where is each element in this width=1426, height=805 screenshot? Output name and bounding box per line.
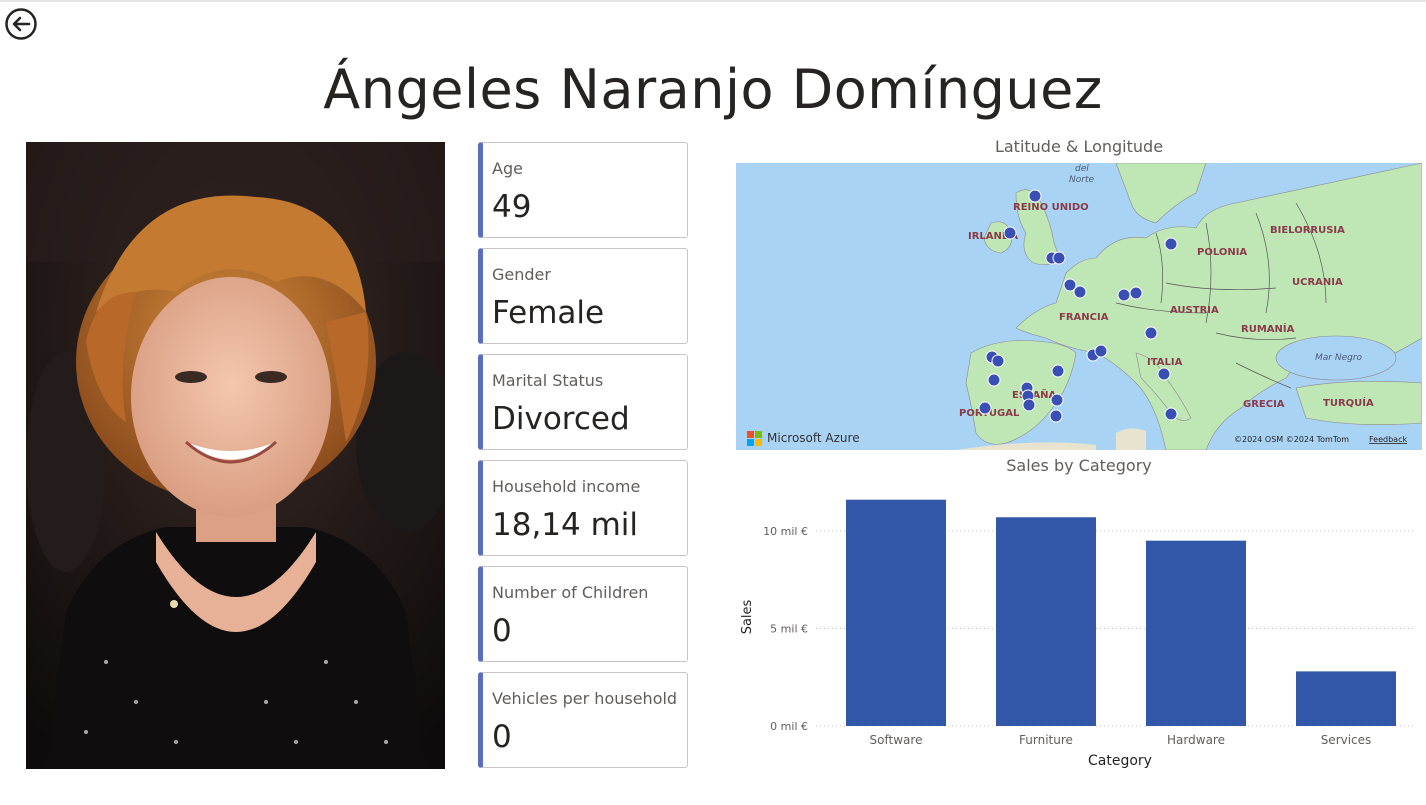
x-axis-label: Category [1088,753,1152,769]
y-tick-label: 0 mil € [770,720,808,733]
card-vehicles-per-household: Vehicles per household 0 [478,672,688,768]
card-label: Number of Children [492,583,649,602]
map-marker[interactable] [1022,398,1036,412]
map-label-rumania: RUMANÍA [1241,322,1295,335]
card-value: 49 [492,189,532,225]
map-marker[interactable] [991,354,1005,368]
card-label: Household income [492,477,641,496]
map-marker[interactable] [1051,364,1065,378]
card-household-income: Household income 18,14 mil [478,460,688,556]
top-divider [0,0,1426,2]
page-title: Ángeles Naranjo Domínguez [323,58,1103,121]
map-marker[interactable] [1164,407,1178,421]
chart-title: Sales by Category [1006,456,1152,475]
card-gender: Gender Female [478,248,688,344]
y-tick-label: 5 mil € [770,622,808,635]
map-label-del: del [1075,164,1089,174]
map-feedback-link[interactable]: Feedback [1369,435,1407,444]
bar[interactable] [996,517,1096,726]
card-label: Age [492,159,523,178]
map-marker[interactable] [1050,393,1064,407]
card-label: Vehicles per household [492,689,678,708]
map-label-italia: ITALIA [1147,357,1183,368]
profile-photo [26,142,445,769]
card-age: Age 49 [478,142,688,238]
map-marker[interactable] [1144,326,1158,340]
map-label-grecia: GRECIA [1243,399,1285,410]
card-value: Divorced [492,401,630,437]
map-marker[interactable] [1164,237,1178,251]
map-visual[interactable]: REINO UNIDO IRLANDA POLONIA BIELORRUSIA … [736,163,1422,450]
x-tick-label: Hardware [1167,733,1225,747]
map-marker[interactable] [1028,189,1042,203]
map-label-turquia: TURQUÍA [1323,396,1374,409]
map-marker[interactable] [1117,288,1131,302]
map-label-francia: FRANCIA [1059,312,1109,323]
map-marker[interactable] [1049,409,1063,423]
map-title: Latitude & Longitude [994,137,1164,156]
y-tick-label: 10 mil € [763,525,808,538]
card-number-of-children: Number of Children 0 [478,566,688,662]
card-marital-status: Marital Status Divorced [478,354,688,450]
map-marker[interactable] [1157,367,1171,381]
x-tick-label: Software [870,733,923,747]
y-axis-label: Sales [740,599,755,634]
map-label-polonia: POLONIA [1197,247,1247,258]
bar[interactable] [846,499,946,726]
map-label-mar-negro: Mar Negro [1315,353,1363,363]
x-tick-label: Services [1321,733,1372,747]
map-marker[interactable] [1073,285,1087,299]
card-label: Gender [492,265,551,284]
card-value: 18,14 mil [492,507,639,543]
card-value: 0 [492,719,512,755]
card-label: Marital Status [492,371,604,390]
map-attribution: ©2024 OSM ©2024 TomTom [1234,435,1349,444]
map-marker[interactable] [1094,344,1108,358]
map-label-norte: Norte [1069,175,1094,185]
sales-by-category-chart[interactable]: 0 mil € 5 mil € 10 mil € Software Furniture H… [736,478,1422,778]
map-marker[interactable] [1052,251,1066,265]
map-brand: Microsoft Azure [767,431,860,445]
x-tick-label: Furniture [1019,733,1073,747]
bar[interactable] [1296,671,1396,726]
map-marker[interactable] [987,373,1001,387]
card-value: 0 [492,613,512,649]
bar[interactable] [1146,540,1246,726]
map-marker[interactable] [1003,226,1017,240]
map-label-austria: AUSTRIA [1170,305,1219,316]
map-label-bielorrusia: BIELORRUSIA [1270,225,1345,236]
map-label-reino-unido: REINO UNIDO [1013,202,1089,213]
map-marker[interactable] [1129,286,1143,300]
map-label-ucrania: UCRANIA [1292,277,1343,288]
card-value: Female [492,295,605,331]
back-arrow-icon[interactable] [4,7,38,41]
map-marker[interactable] [978,401,992,415]
